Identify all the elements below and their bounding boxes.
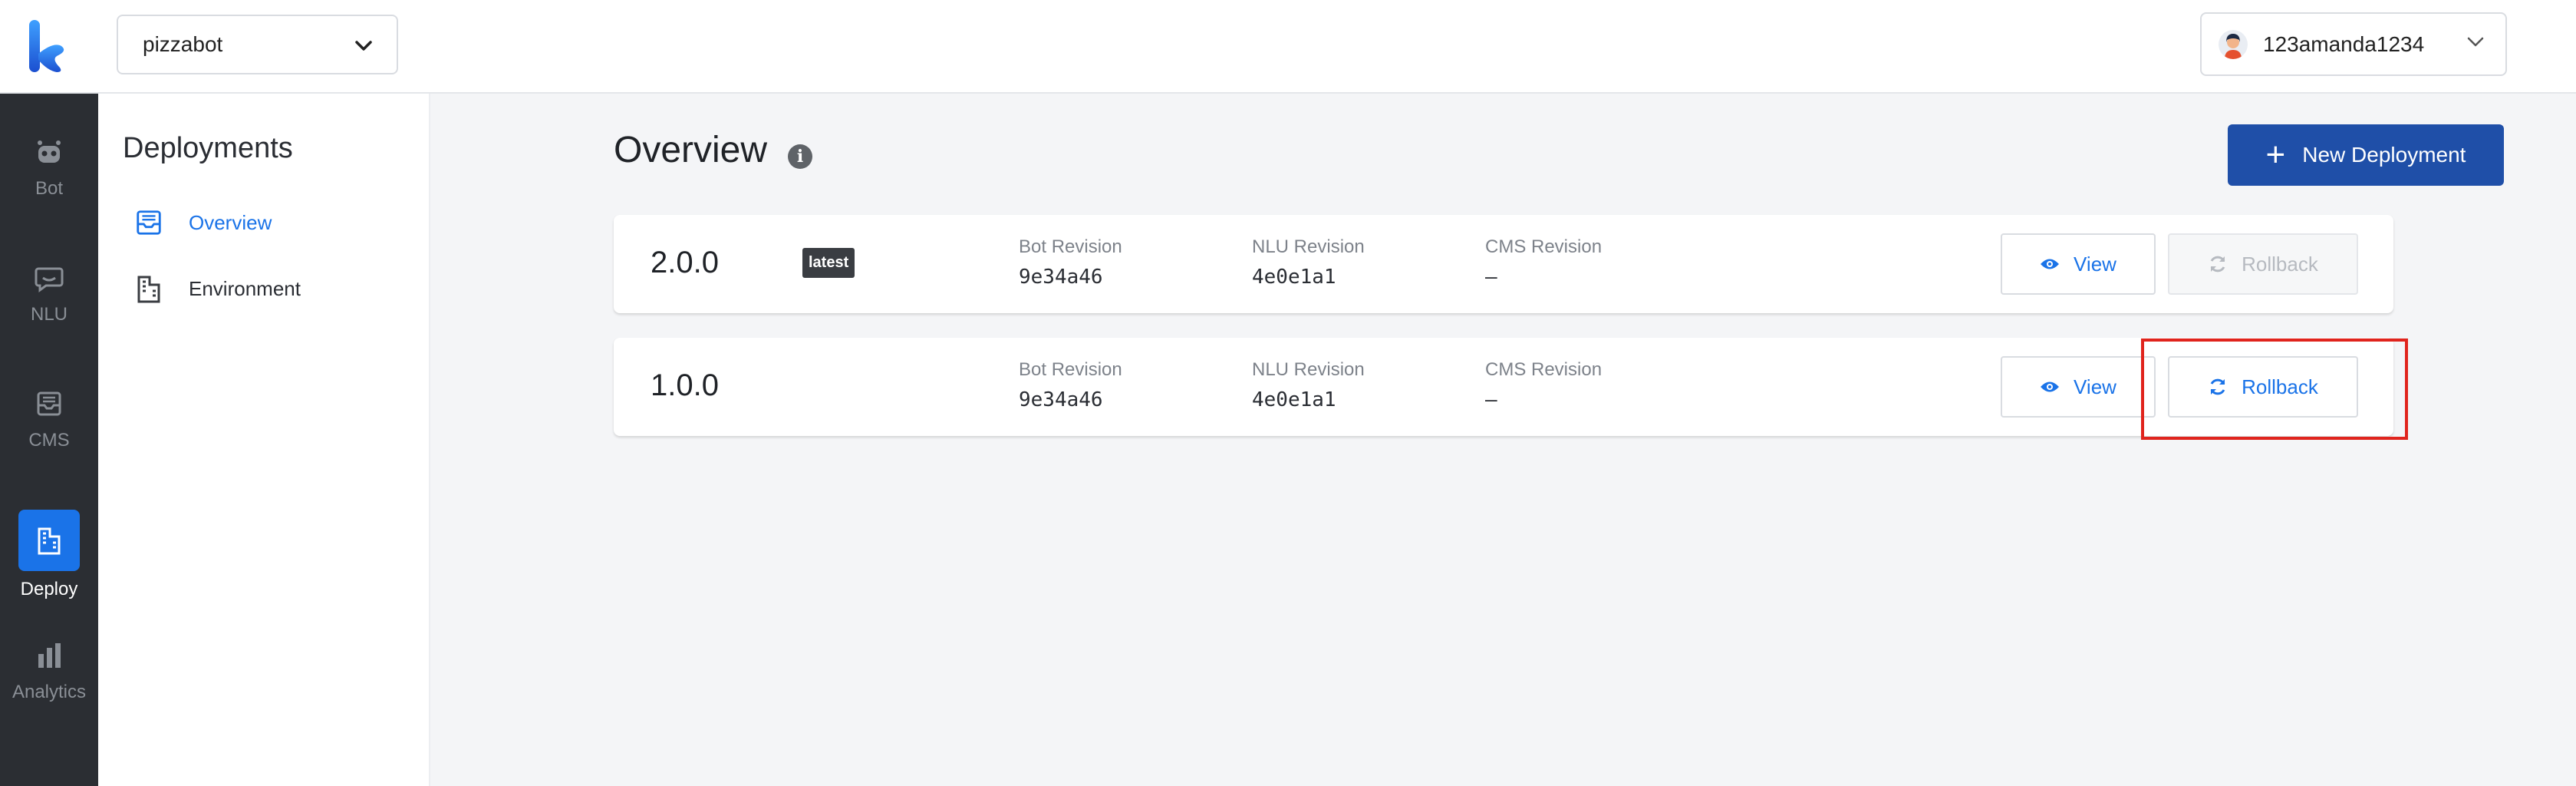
- nlu-revision-value: 4e0e1a1: [1252, 388, 1336, 411]
- eye-icon: [2040, 380, 2060, 394]
- bot-revision-label: Bot Revision: [1019, 236, 1122, 257]
- nlu-revision: NLU Revision 4e0e1a1: [1252, 359, 1365, 411]
- app-logo[interactable]: [28, 20, 71, 74]
- top-bar: pizzabot 123amanda1234: [0, 0, 2576, 94]
- deployment-card: 1.0.0 Bot Revision 9e34a46 NLU Revision …: [614, 338, 2393, 436]
- cms-revision-label: CMS Revision: [1485, 359, 1603, 380]
- page-title: Overview: [614, 130, 768, 170]
- refresh-icon: [2208, 254, 2228, 274]
- cms-revision: CMS Revision –: [1485, 236, 1602, 289]
- highlight-box: [2141, 339, 2408, 440]
- info-icon[interactable]: i: [788, 144, 812, 169]
- bot-selector-value: pizzabot: [143, 32, 223, 56]
- nlu-revision-label: NLU Revision: [1252, 359, 1365, 380]
- chevron-down-icon: [2467, 37, 2484, 51]
- view-label: View: [2074, 375, 2116, 398]
- user-menu[interactable]: 123amanda1234: [2200, 12, 2507, 76]
- view-button[interactable]: View: [2001, 233, 2156, 295]
- username: 123amanda1234: [2263, 31, 2425, 56]
- building-icon: [18, 510, 80, 571]
- nlu-revision: NLU Revision 4e0e1a1: [1252, 236, 1365, 289]
- nav-deploy[interactable]: Deploy: [0, 505, 98, 605]
- bot-revision-value: 9e34a46: [1019, 266, 1103, 289]
- new-deployment-label: New Deployment: [2302, 143, 2466, 167]
- cms-revision: CMS Revision –: [1485, 359, 1602, 411]
- nlu-revision-value: 4e0e1a1: [1252, 266, 1336, 289]
- nav-nlu[interactable]: NLU: [0, 246, 98, 341]
- deployments-sidebar: Deployments Overview Environment: [98, 94, 430, 786]
- cms-revision-label: CMS Revision: [1485, 236, 1603, 257]
- inbox-icon: [32, 387, 66, 421]
- plus-icon: +: [2265, 136, 2286, 173]
- nav-bot-label: Bot: [35, 178, 64, 199]
- nav-analytics-label: Analytics: [12, 682, 87, 702]
- chevron-down-icon: [355, 32, 372, 57]
- view-label: View: [2074, 252, 2116, 276]
- latest-badge: latest: [802, 248, 855, 278]
- deployment-version: 2.0.0: [651, 246, 719, 279]
- cms-revision-value: –: [1485, 388, 1497, 411]
- inbox-icon: [133, 207, 164, 238]
- nav-analytics[interactable]: Analytics: [0, 623, 98, 718]
- nav-cms[interactable]: CMS: [0, 372, 98, 467]
- deployment-version: 1.0.0: [651, 368, 719, 402]
- deployment-card: 2.0.0 latest Bot Revision 9e34a46 NLU Re…: [614, 215, 2393, 313]
- sidebar-title: Deployments: [123, 132, 293, 164]
- building-icon: [133, 273, 164, 304]
- rollback-label: Rollback: [2242, 252, 2318, 276]
- bar-chart-icon: [32, 639, 66, 672]
- nav-nlu-label: NLU: [30, 304, 68, 325]
- nav-bot[interactable]: Bot: [0, 120, 98, 215]
- bot-revision: Bot Revision 9e34a46: [1019, 359, 1122, 411]
- nav-deploy-label: Deploy: [20, 579, 78, 599]
- nav-cms-label: CMS: [28, 430, 70, 451]
- rollback-button[interactable]: Rollback: [2168, 233, 2358, 295]
- bot-revision-value: 9e34a46: [1019, 388, 1103, 411]
- bot-selector[interactable]: pizzabot: [117, 15, 398, 74]
- bot-revision-label: Bot Revision: [1019, 359, 1122, 380]
- sidebar-item-label: Overview: [189, 210, 272, 234]
- nlu-revision-label: NLU Revision: [1252, 236, 1365, 257]
- robot-icon: [32, 135, 66, 169]
- chat-bubble-icon: [32, 261, 66, 295]
- main-nav-rail: Bot NLU CMS Deploy Analytics: [0, 94, 98, 786]
- avatar: [2219, 29, 2248, 59]
- sidebar-item-overview[interactable]: Overview: [133, 200, 272, 246]
- sidebar-item-label: Environment: [189, 276, 301, 300]
- eye-icon: [2040, 257, 2060, 271]
- view-button[interactable]: View: [2001, 356, 2156, 418]
- cms-revision-value: –: [1485, 266, 1497, 289]
- bot-revision: Bot Revision 9e34a46: [1019, 236, 1122, 289]
- new-deployment-button[interactable]: + New Deployment: [2228, 124, 2504, 186]
- sidebar-item-environment[interactable]: Environment: [133, 266, 301, 312]
